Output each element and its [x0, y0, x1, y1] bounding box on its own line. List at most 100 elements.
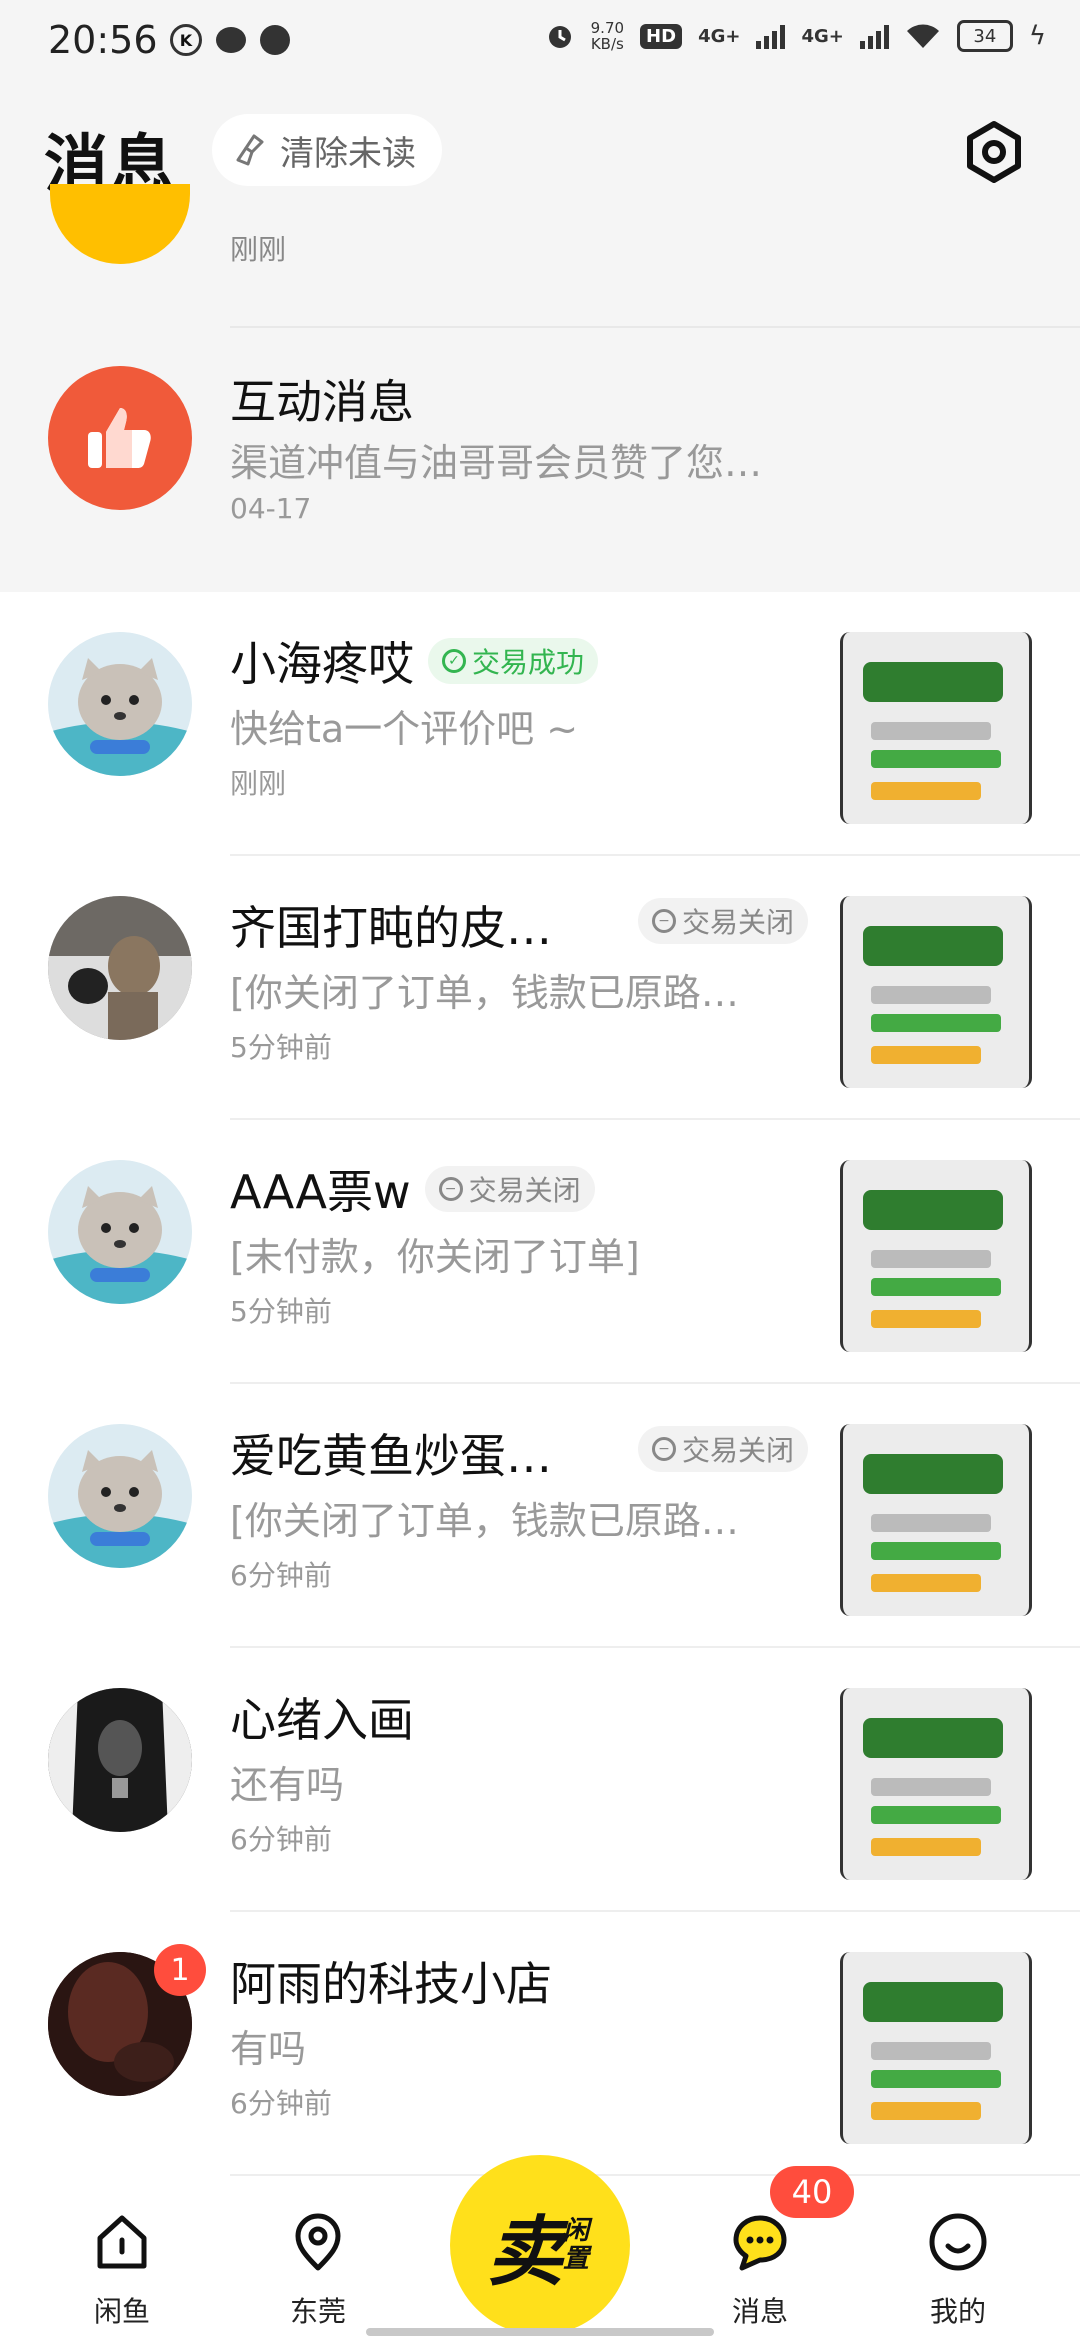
name-line: 齐国打盹的皮… [230, 892, 552, 958]
name-line: 小海疼哎 ✓ 交易成功 [230, 628, 599, 694]
sell-sub-label: 闲置 [563, 2216, 590, 2274]
product-thumbnail [840, 1160, 1032, 1352]
nav-location[interactable]: 东莞 [248, 2210, 388, 2330]
status-label: 交易关闭 [682, 906, 795, 939]
conversation-list: 小海疼哎 ✓ 交易成功 快给ta一个评价吧 ~ 刚刚 齐国打盹的皮… − 交易关… [0, 592, 1080, 2180]
message-time: 6分钟前 [230, 2087, 332, 2120]
charging-icon: ϟ [1028, 21, 1046, 51]
product-thumbnail [840, 1424, 1032, 1616]
browser-notify-icon [260, 25, 290, 55]
battery-icon: 34 [956, 20, 1013, 52]
conversation-item[interactable]: 爱吃黄鱼炒蛋… − 交易关闭 [你关闭了订单，钱款已原路… 6分钟前 [0, 1384, 1080, 1648]
conversation-item[interactable]: 齐国打盹的皮… − 交易关闭 [你关闭了订单，钱款已原路… 5分钟前 [0, 856, 1080, 1120]
conversation-item[interactable]: 心绪入画 还有吗 6分钟前 [0, 1648, 1080, 1912]
partial-avatar [50, 184, 190, 264]
avatar [48, 896, 192, 1040]
unread-badge: 1 [154, 1944, 206, 1996]
interaction-title: 互动消息 [230, 375, 414, 429]
status-time: 20:56 [48, 18, 158, 62]
messages-badge: 40 [770, 2166, 854, 2218]
cat-avatar-icon [48, 632, 192, 776]
name-line: 阿雨的科技小店 [230, 1948, 552, 2014]
network-speed: 9.70 KB/s [590, 19, 625, 53]
avatar [48, 632, 192, 776]
interaction-avatar [48, 366, 192, 510]
nav-messages[interactable]: 消息 [690, 2210, 830, 2330]
cat-avatar-icon [48, 1160, 192, 1304]
clear-unread-label: 清除未读 [280, 133, 416, 174]
product-thumbnail [840, 896, 1032, 1088]
home-icon [97, 2215, 147, 2269]
status-label: 交易成功 [472, 646, 585, 679]
status-label: 交易关闭 [682, 1434, 795, 1467]
message-time: 刚刚 [230, 767, 287, 800]
contact-name: 心绪入画 [230, 1693, 414, 1747]
conversation-item[interactable]: 1 阿雨的科技小店 有吗 6分钟前 [0, 1912, 1080, 2176]
signal-bars-icon [756, 23, 786, 49]
clear-unread-button[interactable]: 清除未读 [212, 114, 442, 186]
status-right-icons: 9.70 KB/s HD 4G+ 4G+ 34 ϟ [545, 20, 1046, 52]
minus-circle-icon: − [438, 1177, 463, 1201]
interaction-time: 04-17 [230, 492, 312, 525]
smile-icon [929, 2213, 987, 2271]
cat-avatar-icon [48, 1424, 192, 1568]
status-bar: 20:56 K 9.70 KB/s HD 4G+ 4G+ 34 ϟ [0, 0, 1080, 84]
minus-circle-icon: − [652, 909, 676, 933]
message-time: 6分钟前 [230, 1559, 332, 1592]
nav-mine-label: 我的 [929, 2295, 986, 2328]
message-time: 5分钟前 [230, 1031, 332, 1064]
contact-name: 齐国打盹的皮… [230, 901, 552, 955]
signal-label-2: 4G+ [801, 25, 844, 47]
sell-main-label: 卖 [487, 2207, 563, 2296]
signal-bars-icon [859, 23, 889, 49]
message-time: 5分钟前 [230, 1295, 332, 1328]
last-message: [你关闭了订单，钱款已原路… [230, 1499, 739, 1543]
nav-location-label: 东莞 [289, 2295, 346, 2328]
last-message: 有吗 [230, 2027, 307, 2071]
avatar [48, 1160, 192, 1304]
conversation-item[interactable]: 小海疼哎 ✓ 交易成功 快给ta一个评价吧 ~ 刚刚 [0, 592, 1080, 856]
conversation-item[interactable]: AAA票w − 交易关闭 [未付款，你关闭了订单] 5分钟前 [0, 1120, 1080, 1384]
nav-mine[interactable]: 我的 [888, 2210, 1028, 2330]
alarm-icon [548, 26, 571, 48]
last-message: [你关闭了订单，钱款已原路… [230, 971, 739, 1015]
product-thumbnail [840, 1688, 1032, 1880]
message-notify-icon [216, 27, 246, 53]
interaction-desc: 渠道冲值与油哥哥会员赞了您… [230, 441, 763, 485]
name-line: AAA票w − 交易关闭 [230, 1156, 595, 1222]
cat-photo-avatar [48, 896, 192, 1040]
product-thumbnail [840, 1952, 1032, 2144]
k-app-icon: K [170, 24, 202, 56]
broom-icon [236, 134, 264, 166]
contact-name: 阿雨的科技小店 [230, 1957, 552, 2011]
bottom-nav: 闲鱼 东莞 卖 闲置 消息 40 我的 [0, 2155, 1080, 2340]
contact-name: 爱吃黄鱼炒蛋… [230, 1429, 552, 1483]
contact-name: AAA票w [230, 1165, 411, 1219]
message-time: 刚刚 [230, 233, 287, 266]
nav-messages-label: 消息 [731, 2295, 788, 2328]
minus-circle-icon: − [652, 1437, 676, 1461]
hd-voice-icon: HD [640, 23, 683, 49]
avatar [48, 1424, 192, 1568]
chat-icon [733, 2215, 787, 2271]
status-badge: − 交易关闭 [638, 898, 809, 944]
status-badge: − 交易关闭 [638, 1426, 809, 1472]
message-time: 6分钟前 [230, 1823, 332, 1856]
nav-home-label: 闲鱼 [93, 2295, 150, 2328]
nav-home[interactable]: 闲鱼 [52, 2210, 192, 2330]
sell-button[interactable]: 卖 闲置 [450, 2155, 630, 2335]
home-indicator[interactable] [366, 2328, 714, 2336]
settings-icon[interactable] [962, 120, 1026, 184]
wifi-icon [906, 24, 939, 48]
thumbs-up-icon [88, 408, 151, 468]
divider [230, 326, 1080, 328]
last-message: [未付款，你关闭了订单] [230, 1235, 640, 1279]
last-message: 还有吗 [230, 1763, 345, 1807]
contact-name: 小海疼哎 [230, 637, 414, 691]
status-badge: − 交易关闭 [424, 1166, 595, 1212]
status-badge: ✓ 交易成功 [428, 638, 599, 684]
system-messages-section: 刚刚 互动消息 渠道冲值与油哥哥会员赞了您… 04-17 [0, 184, 1080, 592]
status-left-icons: K [170, 24, 290, 56]
name-line: 心绪入画 [230, 1684, 414, 1750]
last-message: 快给ta一个评价吧 ~ [230, 707, 579, 751]
